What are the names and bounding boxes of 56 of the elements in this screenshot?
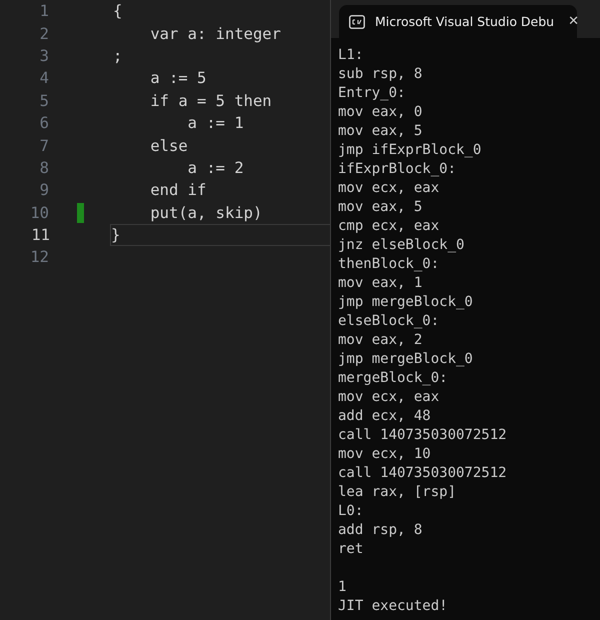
line-number: 9	[38, 181, 49, 200]
console-line: Entry_0:	[338, 84, 406, 103]
console-line: thenBlock_0:	[338, 255, 440, 274]
code-line: {	[113, 2, 122, 20]
console-line: mov eax, 5	[338, 198, 424, 217]
line-number: 5	[38, 92, 49, 110]
console-line: mov ecx, 10	[338, 445, 432, 464]
line-number: 12	[29, 248, 49, 266]
code-line: end if	[149, 181, 206, 200]
line-number: 1	[38, 2, 49, 20]
code-editor[interactable]: 1 { 2 var a: integer 3 ; 4 a := 5 5 if a = 5 then 6 a := 1 7 else 8 a := 2 9 end if 10 put(a, skip) 11 } 12	[0, 0, 330, 269]
console-line: JIT executed!	[338, 597, 449, 616]
console-line: jmp ifExprBlock_0	[338, 141, 482, 160]
console-line: mov ecx, eax	[338, 179, 440, 198]
console-line: mov eax, 1	[338, 274, 424, 293]
console-line: ret	[338, 540, 364, 559]
line-number: 10	[29, 204, 49, 222]
line-number: 11	[30, 226, 50, 244]
console-line: L0:	[338, 502, 364, 521]
code-line: if a = 5 then	[149, 92, 272, 110]
console-line: sub rsp, 8	[338, 65, 424, 84]
console-line: cmp ecx, eax	[338, 217, 440, 236]
line-number: 4	[38, 69, 49, 88]
line-number: 7	[38, 136, 49, 155]
console-line: jmp mergeBlock_0	[338, 293, 474, 312]
code-line: var a: integer	[149, 24, 281, 43]
console-line: add rsp, 8	[338, 521, 424, 540]
console-line: mov eax, 2	[338, 331, 424, 350]
console-line: elseBlock_0:	[338, 312, 440, 331]
code-line: else	[149, 136, 188, 155]
console-icon	[349, 14, 365, 28]
console-line: call 140735030072512	[338, 464, 508, 483]
console-line: L1:	[338, 46, 364, 65]
console-line: add ecx, 48	[338, 407, 432, 426]
console-line: 1	[338, 578, 348, 597]
console-line: ifExprBlock_0:	[338, 160, 458, 179]
console-line: mov eax, 5	[338, 122, 424, 141]
code-line: a := 2	[186, 158, 244, 177]
line-number: 8	[38, 158, 49, 177]
console-line: mov ecx, eax	[338, 388, 440, 407]
console-line: call 140735030072512	[338, 426, 508, 445]
console-line: jmp mergeBlock_0	[338, 350, 474, 369]
console-line: lea rax, [rsp]	[338, 483, 458, 502]
line-number: 2	[38, 24, 49, 43]
code-line: put(a, skip)	[149, 204, 262, 222]
code-line: a := 5	[149, 69, 206, 88]
console-line: jnz elseBlock_0	[338, 236, 466, 255]
code-line: a := 1	[186, 114, 244, 132]
terminal-tab[interactable]: Microsoft Visual Studio Debu ✕	[339, 5, 577, 38]
tab-title: Microsoft Visual Studio Debu	[375, 14, 554, 29]
code-line: }	[111, 226, 120, 244]
line-number: 3	[38, 46, 49, 65]
console-line: mergeBlock_0:	[338, 369, 449, 388]
line-number: 6	[38, 114, 49, 132]
console-line: mov eax, 0	[338, 103, 424, 122]
code-line: ;	[113, 46, 122, 65]
